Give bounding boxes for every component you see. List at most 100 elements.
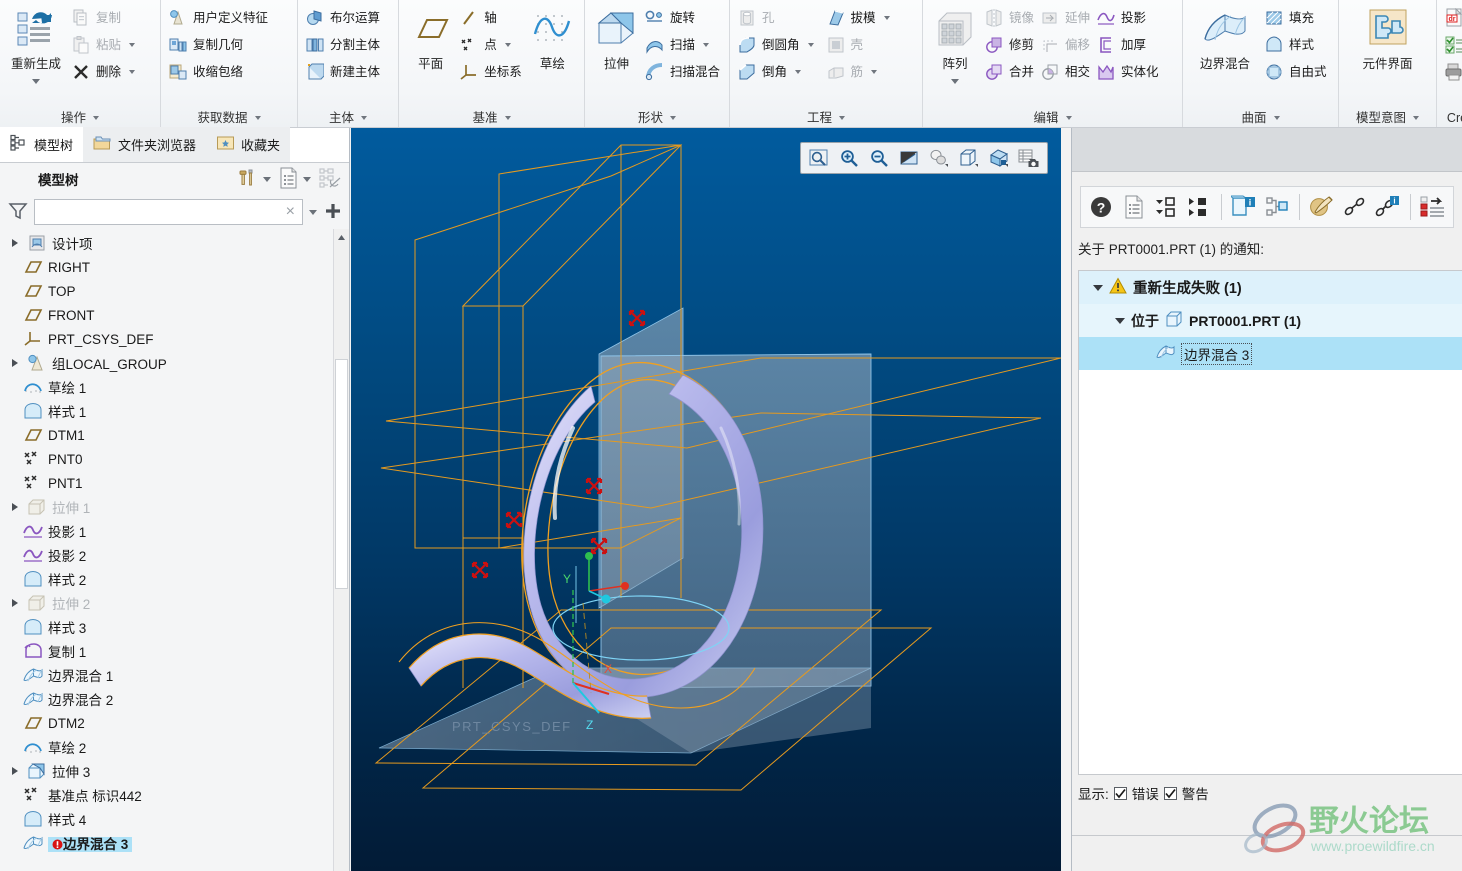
tree-item[interactable]: 拉伸 3 (0, 759, 333, 783)
draft-button[interactable]: 拔模 (824, 5, 894, 31)
graphics-viewport[interactable]: Y X Z PRT_CSYS_DEF (351, 128, 1061, 871)
udf-button[interactable]: 用户定义特征 (166, 5, 272, 31)
boundary-blend-button[interactable]: 边界混合 (1188, 4, 1262, 72)
mirror-button[interactable]: 镜像 (982, 5, 1038, 31)
intersect-button[interactable]: 相交 (1038, 59, 1094, 85)
style-button[interactable]: 样式 (1262, 32, 1331, 58)
ribbon-group-model-intent-title[interactable]: 模型意图 (1344, 108, 1431, 128)
notification-list[interactable]: 重新生成失败 (1) 位于 PRT0001.PRT (1) 边界混合 3 (1078, 270, 1462, 775)
tree-item[interactable]: 样式 2 (0, 567, 333, 591)
tree-expand-arrow-icon[interactable] (8, 359, 22, 367)
tree-item[interactable]: PNT1 (0, 471, 333, 495)
tree-item[interactable]: 基准点 标识442 (0, 783, 333, 807)
tab-folder-browser[interactable]: 文件夹浏览器 (83, 127, 206, 162)
settings-caret-icon[interactable] (263, 177, 271, 182)
filter-input[interactable] (41, 201, 283, 223)
draft-caret-icon[interactable] (884, 16, 890, 20)
group-caret-icon[interactable] (1066, 116, 1072, 120)
point-caret-icon[interactable] (505, 43, 511, 47)
rib-button[interactable]: 筋 (824, 59, 894, 85)
notification-row-regen-failed[interactable]: 重新生成失败 (1) (1079, 271, 1462, 304)
saved-views-icon[interactable] (1015, 145, 1043, 171)
revolve-button[interactable]: 旋转 (643, 5, 724, 31)
notification-row-feature[interactable]: 边界混合 3 (1079, 337, 1462, 370)
tree-item[interactable]: DTM2 (0, 711, 333, 735)
tree-item[interactable]: 拉伸 2 (0, 591, 333, 615)
display-style-icon[interactable] (925, 145, 953, 171)
hole-button[interactable]: 孔 (735, 5, 818, 31)
display-caret-icon[interactable] (303, 177, 311, 182)
thicken-button[interactable]: 加厚 (1094, 32, 1163, 58)
sweep-button[interactable]: 扫描 (643, 32, 724, 58)
help-icon[interactable]: ? (1087, 192, 1116, 222)
tree-expand-arrow-icon[interactable] (8, 503, 22, 511)
tree-expand-arrow-icon[interactable] (8, 599, 22, 607)
tree-item[interactable]: PRT_CSYS_DEF (0, 327, 333, 351)
tree-expand-arrow-icon[interactable] (8, 239, 22, 247)
display-list-icon[interactable] (279, 167, 299, 192)
tree-item[interactable]: 拉伸 1 (0, 495, 333, 519)
sketch-button[interactable]: 草绘 (526, 4, 579, 72)
project-button[interactable]: 投影 (1094, 5, 1163, 31)
settings-tools-icon[interactable] (237, 167, 259, 192)
view-manager-icon[interactable] (985, 145, 1013, 171)
viewport-toolbar[interactable] (800, 142, 1048, 174)
errors-checkbox[interactable] (1114, 787, 1127, 800)
tree-item[interactable]: 草绘 1 (0, 375, 333, 399)
tree-expand-arrow-icon[interactable] (8, 767, 22, 775)
info-doc-icon[interactable] (1120, 192, 1149, 222)
warnings-checkbox[interactable] (1164, 787, 1177, 800)
group-caret-icon[interactable] (1413, 116, 1419, 120)
tab-favorites[interactable]: 收藏夹 (206, 127, 290, 162)
paste-caret-icon[interactable] (129, 43, 135, 47)
references-icon[interactable] (1341, 192, 1370, 222)
notification-toolbar[interactable]: ? i (1080, 186, 1454, 228)
extend-button[interactable]: 延伸 (1038, 5, 1094, 31)
copy-button[interactable]: 复制 (69, 5, 139, 31)
checklist-button[interactable] (1442, 32, 1462, 58)
solidify-button[interactable]: 实体化 (1094, 59, 1163, 85)
tree-item[interactable]: 复制 1 (0, 639, 333, 663)
shrinkwrap-button[interactable]: 收缩包络 (166, 59, 272, 85)
regenerate-button[interactable]: 重新生成 (5, 4, 67, 87)
twisty-down-icon[interactable] (1093, 285, 1103, 291)
chamfer-button[interactable]: 倒角 (735, 59, 818, 85)
tree-item[interactable]: 投影 1 (0, 519, 333, 543)
trim-button[interactable]: 修剪 (982, 32, 1038, 58)
model-tree-scrollbar[interactable] (333, 229, 349, 871)
axis-button[interactable]: 轴 (457, 5, 526, 31)
notification-row-located-in[interactable]: 位于 PRT0001.PRT (1) (1079, 304, 1462, 337)
round-caret-icon[interactable] (808, 43, 814, 47)
tree-item[interactable]: TOP (0, 279, 333, 303)
drawing-button[interactable]: dr (1442, 5, 1462, 31)
extrude-button[interactable]: 拉伸 (590, 4, 643, 72)
tree-item[interactable]: 设计项 (0, 231, 333, 255)
zoom-refit-icon[interactable] (805, 145, 833, 171)
boolean-button[interactable]: 布尔运算 (303, 5, 384, 31)
tree-item[interactable]: FRONT (0, 303, 333, 327)
split-body-button[interactable]: 分割主体 (303, 32, 384, 58)
highlight-geometry-icon[interactable] (1308, 192, 1337, 222)
ribbon-group-creo-title[interactable]: Cre (1442, 108, 1462, 128)
group-caret-icon[interactable] (255, 116, 261, 120)
tab-model-tree[interactable]: 模型树 (0, 127, 83, 162)
twisty-down-icon[interactable] (1115, 318, 1125, 324)
ribbon-group-datum-title[interactable]: 基准 (404, 108, 579, 128)
ribbon-group-shapes-title[interactable]: 形状 (590, 108, 724, 128)
zoom-in-icon[interactable] (835, 145, 863, 171)
tree-item[interactable]: 样式 3 (0, 615, 333, 639)
tree-item[interactable]: DTM1 (0, 423, 333, 447)
references-info-icon[interactable]: i (1373, 192, 1402, 222)
tree-item[interactable]: 组LOCAL_GROUP (0, 351, 333, 375)
tree-item[interactable]: 样式 1 (0, 399, 333, 423)
component-interface-button[interactable]: 元件界面 (1345, 4, 1431, 72)
copy-geometry-button[interactable]: 复制几何 (166, 32, 272, 58)
zoom-out-icon[interactable] (865, 145, 893, 171)
tree-item[interactable]: 边界混合 2 (0, 687, 333, 711)
tree-filter-off-icon[interactable] (319, 167, 341, 192)
shell-button[interactable]: 壳 (824, 32, 894, 58)
regenerate-caret-icon[interactable] (32, 72, 40, 87)
group-caret-icon[interactable] (670, 116, 676, 120)
fill-button[interactable]: 填充 (1262, 5, 1331, 31)
round-button[interactable]: 倒圆角 (735, 32, 818, 58)
